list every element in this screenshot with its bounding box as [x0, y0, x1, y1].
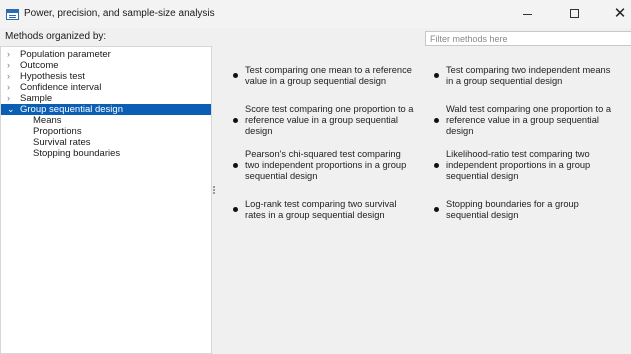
close-button[interactable]: ✕ — [606, 4, 631, 24]
method-text[interactable]: Pearson's chi-squared test comparing two… — [245, 149, 415, 182]
methods-panel: Test comparing one mean to a reference v… — [216, 46, 631, 354]
filter-methods-input[interactable] — [425, 31, 631, 46]
bullet-icon — [434, 207, 439, 212]
tree-child-survival-rates[interactable]: Survival rates — [33, 137, 91, 148]
tree-child-proportions[interactable]: Proportions — [33, 126, 82, 137]
method-text[interactable]: Test comparing one mean to a reference v… — [245, 65, 415, 87]
tree-item-hypothesis-test[interactable]: › Hypothesis test — [1, 71, 211, 82]
chevron-right-icon[interactable]: › — [7, 60, 10, 71]
method-text[interactable]: Likelihood-ratio test comparing two inde… — [446, 149, 616, 182]
tree-item-label: Hypothesis test — [20, 71, 85, 82]
tree-child-means[interactable]: Means — [33, 115, 62, 126]
close-icon: ✕ — [613, 5, 627, 22]
bullet-icon — [434, 163, 439, 168]
chevron-right-icon[interactable]: › — [7, 71, 10, 82]
method-text[interactable]: Stopping boundaries for a group sequenti… — [446, 199, 616, 221]
chevron-right-icon[interactable]: › — [7, 82, 10, 93]
bullet-icon — [434, 73, 439, 78]
minimize-button[interactable] — [513, 4, 541, 24]
method-text[interactable]: Test comparing two independent means in … — [446, 65, 616, 87]
tree-item-group-sequential-design[interactable]: ⌄ Group sequential design — [1, 104, 211, 115]
bullet-icon — [233, 118, 238, 123]
tree-item-label: Outcome — [20, 60, 59, 71]
minimize-icon — [523, 14, 532, 15]
chevron-down-icon[interactable]: ⌄ — [7, 104, 15, 115]
method-text[interactable]: Wald test comparing one proportion to a … — [446, 104, 616, 137]
method-text[interactable]: Log-rank test comparing two survival rat… — [245, 199, 415, 221]
tree-item-population-parameter[interactable]: › Population parameter — [1, 49, 211, 60]
title-bar: Power, precision, and sample-size analys… — [0, 0, 631, 28]
maximize-button[interactable] — [561, 4, 589, 24]
table-window-icon — [6, 9, 19, 20]
tree-item-label: Population parameter — [20, 49, 111, 60]
bullet-icon — [233, 73, 238, 78]
bullet-icon — [233, 207, 238, 212]
tree-item-outcome[interactable]: › Outcome — [1, 60, 211, 71]
window-title: Power, precision, and sample-size analys… — [24, 8, 215, 19]
tree-child-stopping-boundaries[interactable]: Stopping boundaries — [33, 148, 120, 159]
tree-item-sample[interactable]: › Sample — [1, 93, 211, 104]
chevron-right-icon[interactable]: › — [7, 93, 10, 104]
tree-item-label: Confidence interval — [20, 82, 102, 93]
tree-item-confidence-interval[interactable]: › Confidence interval — [1, 82, 211, 93]
methods-tree[interactable]: › Population parameter › Outcome › Hypot… — [0, 46, 212, 354]
bullet-icon — [434, 118, 439, 123]
splitter-grip-icon[interactable] — [213, 186, 215, 188]
tree-item-label: Sample — [20, 93, 53, 104]
bullet-icon — [233, 163, 238, 168]
maximize-icon — [570, 9, 579, 18]
chevron-right-icon[interactable]: › — [7, 49, 10, 60]
tree-item-label: Group sequential design — [20, 104, 123, 115]
method-text[interactable]: Score test comparing one proportion to a… — [245, 104, 415, 137]
methods-organized-by-label: Methods organized by: — [5, 31, 107, 42]
